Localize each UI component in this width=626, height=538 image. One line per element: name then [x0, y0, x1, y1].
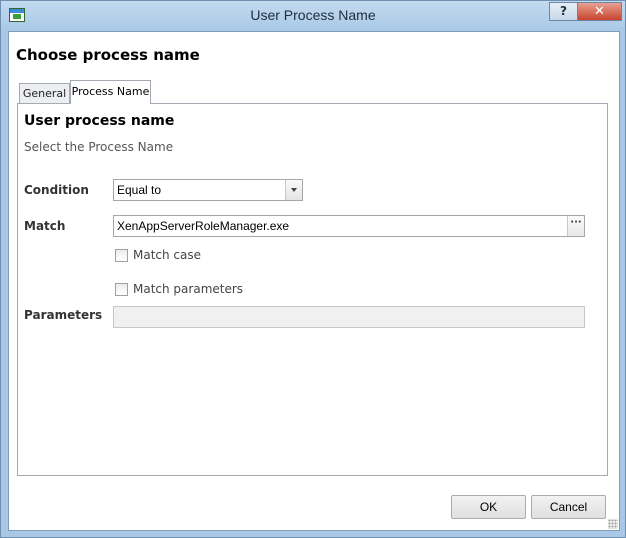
match-case-checkbox[interactable]: [115, 249, 128, 262]
dialog-window: User Process Name ? ✕ Choose process nam…: [0, 0, 626, 538]
page-title: Choose process name: [16, 46, 200, 64]
tab-general[interactable]: General: [19, 83, 70, 103]
section-title: User process name: [24, 113, 175, 129]
browse-button[interactable]: ···: [567, 216, 584, 236]
title-bar[interactable]: User Process Name ? ✕: [1, 1, 625, 31]
tab-process-name[interactable]: Process Name: [70, 80, 151, 104]
match-parameters-label: Match parameters: [133, 282, 244, 296]
parameters-label: Parameters: [24, 308, 103, 322]
window-title: User Process Name: [250, 7, 376, 23]
header-band: Choose process name: [9, 32, 619, 74]
cancel-button[interactable]: Cancel: [531, 495, 606, 519]
close-button[interactable]: ✕: [577, 2, 622, 21]
parameters-input[interactable]: [113, 306, 585, 328]
section-subtitle: Select the Process Name: [24, 140, 174, 154]
match-label: Match: [24, 219, 66, 233]
resize-grip-icon[interactable]: [608, 519, 618, 529]
match-case-label: Match case: [133, 248, 202, 262]
tab-panel-process-name: User process name Select the Process Nam…: [17, 103, 608, 476]
match-value: XenAppServerRoleManager.exe: [117, 219, 290, 233]
help-button[interactable]: ?: [549, 2, 578, 21]
condition-value: Equal to: [117, 183, 162, 197]
ok-button[interactable]: OK: [451, 495, 526, 519]
condition-label: Condition: [24, 183, 89, 197]
match-input[interactable]: XenAppServerRoleManager.exe ···: [113, 215, 585, 237]
condition-dropdown[interactable]: Equal to: [113, 179, 303, 201]
match-parameters-checkbox[interactable]: [115, 283, 128, 296]
dropdown-arrow-button[interactable]: [285, 180, 302, 200]
dialog-client-area: Choose process name General Process Name…: [8, 31, 620, 531]
chevron-down-icon: [291, 188, 297, 192]
